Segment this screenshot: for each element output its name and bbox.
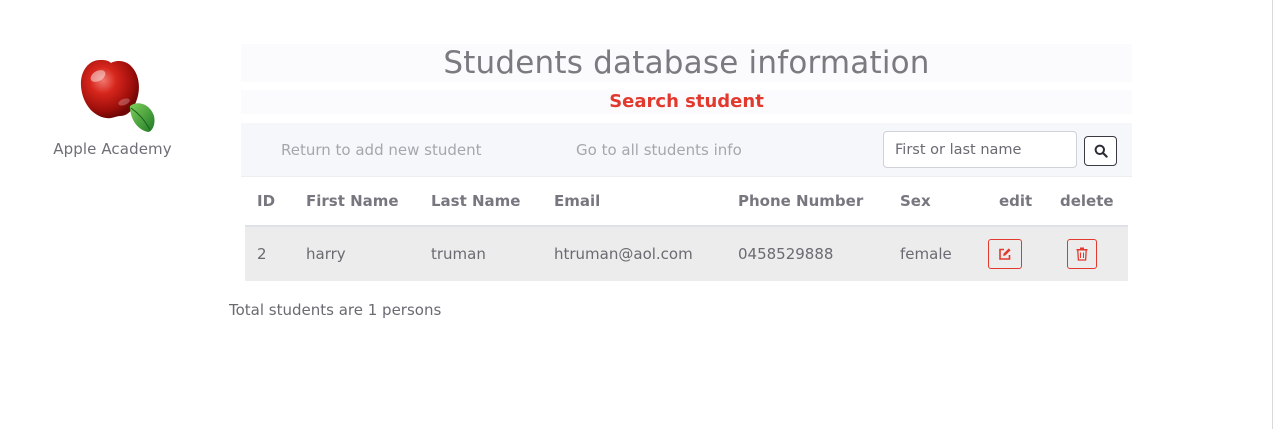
trash-icon (1076, 247, 1088, 261)
search-input[interactable] (883, 131, 1077, 168)
return-to-add-student-link[interactable]: Return to add new student (281, 123, 482, 177)
column-header-edit: edit (982, 177, 1060, 227)
cell-first-name: harry (306, 245, 346, 263)
column-header-id: ID (245, 177, 306, 227)
edit-icon (999, 248, 1011, 260)
edit-button[interactable] (988, 239, 1022, 269)
column-header-last-name: Last Name (431, 177, 554, 227)
search-button[interactable] (1084, 136, 1117, 166)
students-table-wrapper: ID First Name Last Name Email Phone Numb… (245, 177, 1128, 281)
window-edge (1272, 0, 1273, 429)
brand-name: Apple Academy (53, 140, 172, 158)
cell-phone: 0458529888 (738, 245, 834, 263)
total-students-text: Total students are 1 persons (229, 301, 442, 319)
table-header-row: ID First Name Last Name Email Phone Numb… (245, 177, 1128, 227)
page-subtitle: Search student (609, 91, 764, 112)
column-header-phone: Phone Number (738, 177, 900, 227)
brand: Apple Academy (40, 50, 185, 158)
table-row: 2 harry truman htruman@aol.com 045852988… (245, 226, 1128, 281)
cell-sex: female (900, 245, 952, 263)
column-header-first-name: First Name (306, 177, 431, 227)
page-title: Students database information (443, 45, 930, 81)
column-header-email: Email (554, 177, 738, 227)
cell-delete (1060, 226, 1128, 281)
delete-button[interactable] (1067, 239, 1097, 269)
search-icon (1094, 144, 1108, 158)
navbar: Return to add new student Go to all stud… (241, 123, 1132, 177)
apple-logo-icon (80, 60, 155, 132)
page: Apple Academy Students database informat… (0, 0, 1278, 429)
students-table: ID First Name Last Name Email Phone Numb… (245, 177, 1128, 281)
cell-email: htruman@aol.com (554, 245, 693, 263)
all-students-link[interactable]: Go to all students info (576, 123, 742, 177)
subtitle-bar: Search student (241, 90, 1132, 114)
column-header-delete: delete (1060, 177, 1128, 227)
cell-edit (982, 226, 1060, 281)
cell-last-name: truman (431, 245, 486, 263)
title-bar: Students database information (241, 44, 1132, 82)
cell-id: 2 (257, 245, 267, 263)
column-header-sex: Sex (900, 177, 982, 227)
